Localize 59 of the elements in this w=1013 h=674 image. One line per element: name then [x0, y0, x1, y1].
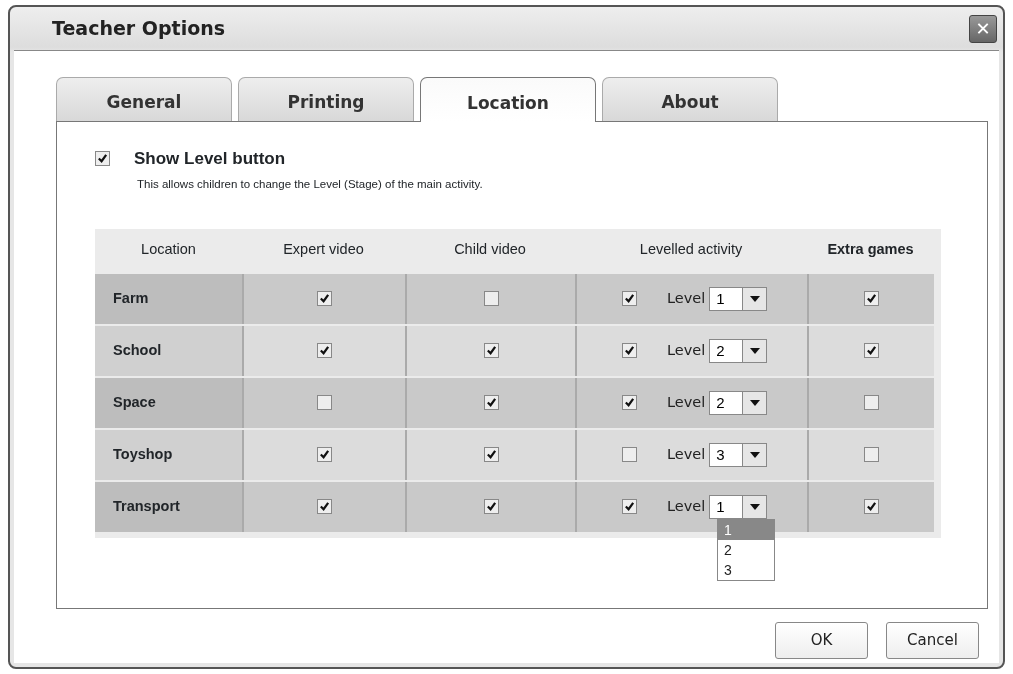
checkbox[interactable]	[622, 291, 637, 307]
checkbox[interactable]	[483, 447, 499, 463]
checkbox[interactable]	[317, 499, 332, 515]
checkbox[interactable]	[317, 291, 332, 307]
caret-icon	[749, 451, 760, 458]
checkbox-label: Show Level button	[134, 148, 286, 170]
level-dropdown[interactable]: 3	[709, 442, 768, 467]
ok-button[interactable]: OK	[775, 622, 868, 659]
level-label: Level	[667, 496, 706, 516]
checkbox[interactable]	[95, 151, 110, 167]
dropdown-option[interactable]: 1	[718, 519, 774, 540]
level-label: Level	[667, 288, 706, 308]
checkbox[interactable]	[622, 447, 637, 463]
checkbox[interactable]	[317, 343, 332, 359]
level-label: Level	[667, 340, 706, 360]
checkbox[interactable]	[317, 447, 332, 463]
description-text: This allows children to change the Level (Stage) of the main activity.	[137, 176, 484, 192]
level-label: Level	[667, 392, 706, 412]
checkbox[interactable]	[864, 395, 879, 411]
column-header: Child video	[453, 240, 527, 260]
caret-icon	[749, 295, 760, 302]
checkbox[interactable]	[483, 343, 499, 359]
checkbox[interactable]	[483, 499, 499, 515]
location-name: Farm	[113, 288, 149, 308]
dropdown-option[interactable]: 3	[718, 559, 774, 580]
caret-icon	[749, 399, 760, 406]
location-name: Transport	[113, 496, 180, 516]
tab[interactable]: Printing	[238, 77, 414, 121]
column-header: Levelled activity	[638, 240, 744, 260]
cancel-button[interactable]: Cancel	[886, 622, 979, 659]
column-header: Expert video	[282, 240, 365, 260]
location-name: Toyshop	[113, 444, 173, 464]
close-button[interactable]: ✕	[969, 14, 997, 43]
location-name: School	[113, 340, 162, 360]
caret-icon	[749, 503, 760, 510]
checkbox[interactable]	[864, 447, 879, 463]
checkbox[interactable]	[483, 291, 499, 307]
dropdown-option[interactable]: 2	[718, 539, 774, 560]
level-label: Level	[667, 444, 706, 464]
level-dropdown[interactable]: 2	[709, 338, 768, 363]
tab[interactable]: About	[602, 77, 778, 121]
checkbox[interactable]	[864, 291, 879, 307]
checkbox[interactable]	[864, 343, 879, 359]
checkbox[interactable]	[317, 395, 332, 411]
window-title: Teacher Options	[52, 16, 226, 42]
caret-icon	[749, 347, 760, 354]
checkbox[interactable]	[483, 395, 499, 411]
location-name: Space	[113, 392, 156, 412]
level-dropdown[interactable]: 1	[709, 494, 768, 519]
level-dropdown[interactable]: 2	[709, 390, 768, 415]
level-dropdown[interactable]: 1	[709, 286, 768, 311]
column-header: Location	[140, 240, 197, 260]
checkbox[interactable]	[622, 395, 637, 411]
checkbox[interactable]	[622, 499, 637, 515]
tab[interactable]: General	[56, 77, 232, 121]
column-header: Extra games	[826, 240, 915, 260]
checkbox[interactable]	[864, 499, 879, 515]
tab[interactable]: Location	[420, 77, 596, 122]
checkbox[interactable]	[622, 343, 637, 359]
